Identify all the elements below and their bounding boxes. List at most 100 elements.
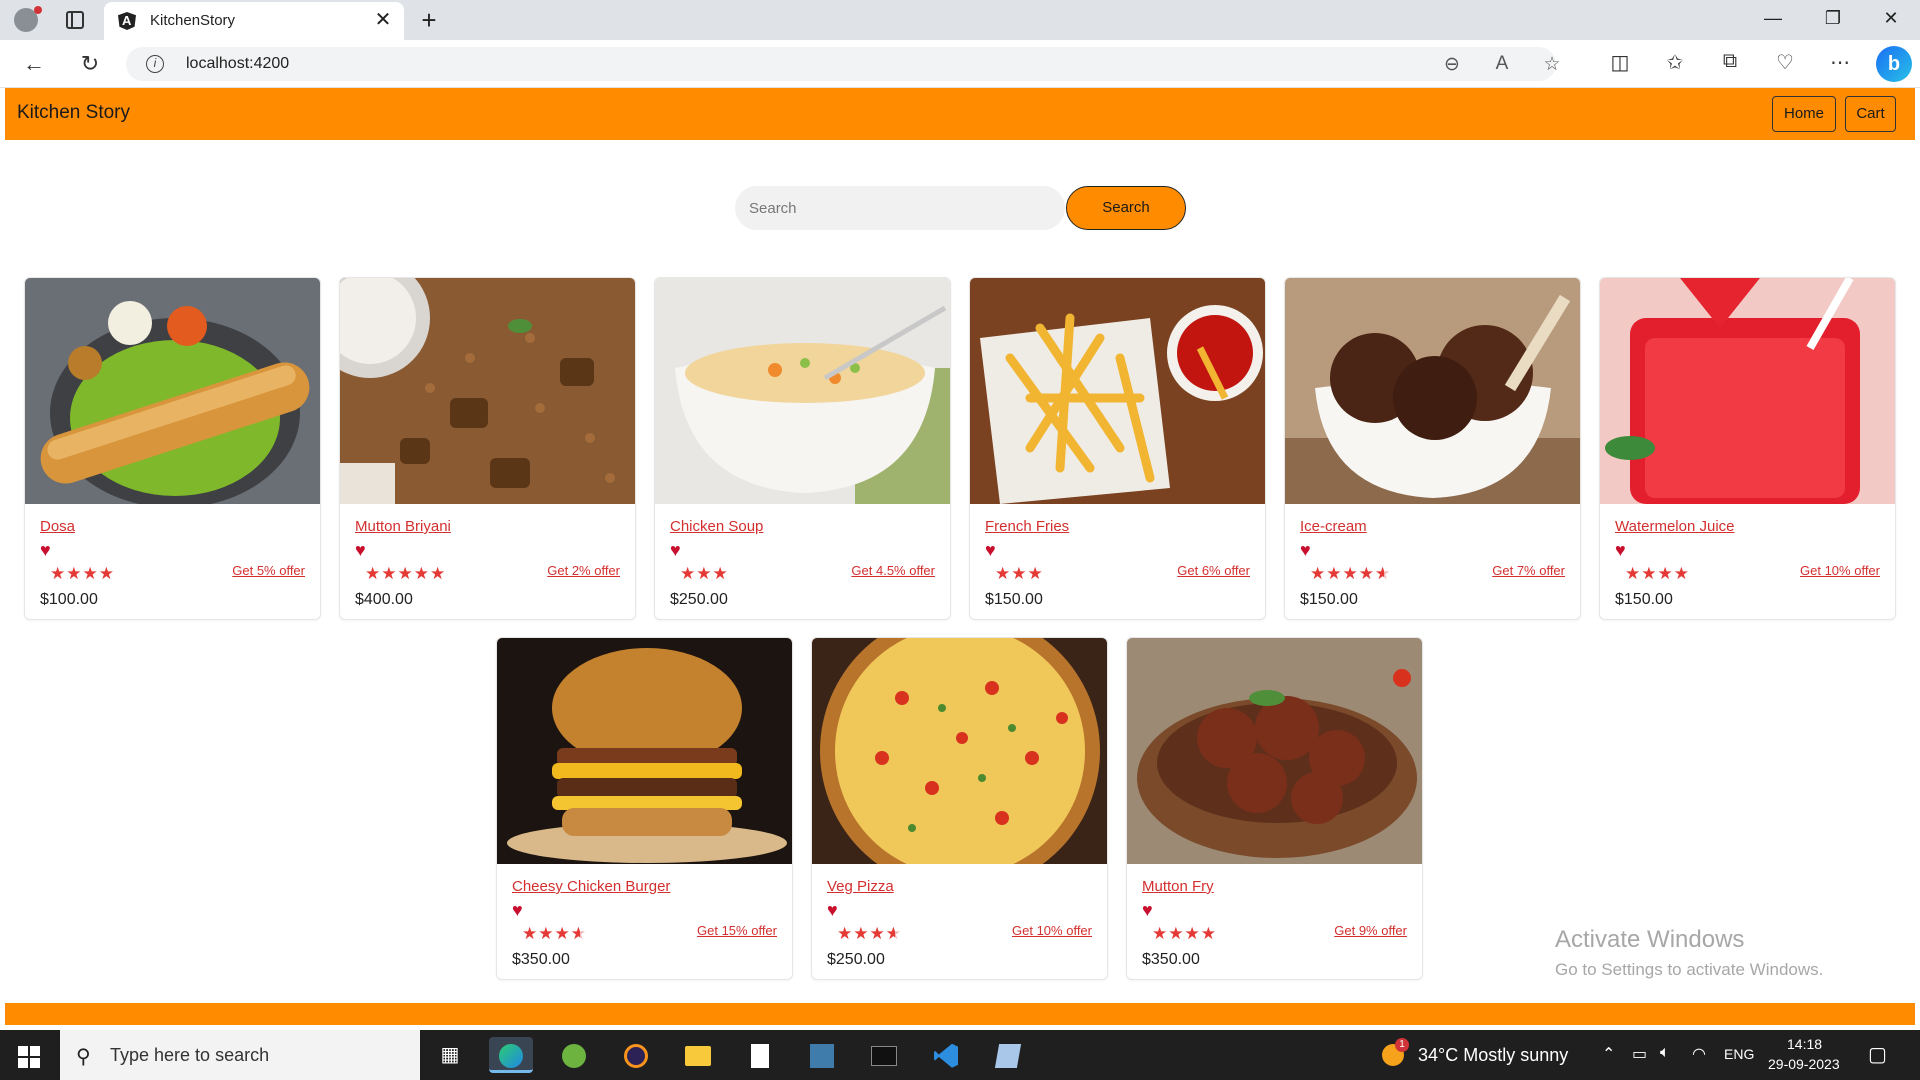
offer-link[interactable]: Get 15% offer <box>697 923 777 938</box>
reload-button[interactable]: ↻ <box>76 50 104 78</box>
app-page: Kitchen Story Home Cart Search Dosa ♥ ★★… <box>5 88 1915 1028</box>
favorite-heart-icon[interactable]: ♥ <box>1142 901 1153 919</box>
address-bar[interactable]: i localhost:4200 ⊖ A ☆ <box>126 47 1561 81</box>
taskbar-search-box[interactable]: ⚲ Type here to search <box>60 1030 420 1080</box>
product-title[interactable]: Watermelon Juice <box>1615 518 1735 535</box>
product-price: $400.00 <box>355 591 413 608</box>
search-button[interactable]: Search <box>1066 186 1186 230</box>
offer-link[interactable]: Get 4.5% offer <box>851 563 935 578</box>
weather-alert-badge: 1 <box>1395 1038 1409 1052</box>
tab-actions-icon[interactable] <box>66 11 84 29</box>
product-title[interactable]: Veg Pizza <box>827 878 894 895</box>
wifi-icon[interactable]: ◠ <box>1692 1044 1706 1064</box>
product-price: $100.00 <box>40 591 98 608</box>
favorite-star-icon[interactable]: ☆ <box>1540 53 1564 76</box>
show-hidden-icons-chevron-icon[interactable]: ⌃ <box>1602 1044 1615 1064</box>
browser-toolbar: ← ↻ i localhost:4200 ⊖ A ☆ ◫ ✩ ⧉ ♡ ⋯ b <box>0 40 1920 88</box>
split-screen-icon[interactable]: ◫ <box>1606 50 1634 75</box>
product-title[interactable]: Mutton Briyani <box>355 518 451 535</box>
taskbar-search-placeholder[interactable]: Type here to search <box>110 1045 269 1066</box>
read-aloud-icon[interactable]: A <box>1490 53 1514 75</box>
offer-link[interactable]: Get 5% offer <box>232 563 305 578</box>
offer-link[interactable]: Get 2% offer <box>547 563 620 578</box>
clock-time[interactable]: 14:18 <box>1787 1036 1822 1052</box>
favorite-heart-icon[interactable]: ♥ <box>985 541 996 559</box>
product-title[interactable]: Chicken Soup <box>670 518 763 535</box>
favorite-heart-icon[interactable]: ♥ <box>512 901 523 919</box>
volume-icon[interactable]: 🔈︎ <box>1660 1044 1670 1062</box>
battery-icon[interactable]: ▭ <box>1632 1044 1647 1064</box>
file-explorer-icon[interactable] <box>676 1037 720 1073</box>
product-title[interactable]: French Fries <box>985 518 1069 535</box>
favorite-heart-icon[interactable]: ♥ <box>40 541 51 559</box>
offer-link[interactable]: Get 7% offer <box>1492 563 1565 578</box>
product-title[interactable]: Dosa <box>40 518 75 535</box>
product-card-veg-pizza: Veg Pizza ♥ ★★★★ Get 10% offer $250.00 <box>811 637 1108 980</box>
collections-icon[interactable]: ⧉ <box>1716 50 1744 73</box>
product-image-ice-cream[interactable] <box>1285 278 1581 504</box>
notifications-icon[interactable]: ▢ <box>1868 1042 1887 1067</box>
product-title[interactable]: Mutton Fry <box>1142 878 1214 895</box>
offer-link[interactable]: Get 10% offer <box>1012 923 1092 938</box>
app-navbar: Kitchen Story Home Cart <box>5 88 1915 140</box>
new-tab-button[interactable]: + <box>414 5 444 35</box>
cart-nav-button[interactable]: Cart <box>1845 96 1896 132</box>
product-image-cheesy-chicken-burger[interactable] <box>497 638 793 864</box>
maximize-button[interactable]: ❐ <box>1818 8 1848 29</box>
more-menu-icon[interactable]: ⋯ <box>1826 50 1854 75</box>
offer-link[interactable]: Get 9% offer <box>1334 923 1407 938</box>
language-indicator[interactable]: ENG <box>1724 1046 1754 1062</box>
product-title[interactable]: Cheesy Chicken Burger <box>512 878 670 895</box>
task-view-icon[interactable]: ▦ <box>428 1037 472 1073</box>
product-title[interactable]: Ice-cream <box>1300 518 1367 535</box>
brand-title[interactable]: Kitchen Story <box>17 102 130 124</box>
product-card-mutton-fry: Mutton Fry ♥ ★★★★ Get 9% offer $350.00 <box>1126 637 1423 980</box>
favorite-heart-icon[interactable]: ♥ <box>670 541 681 559</box>
offer-link[interactable]: Get 6% offer <box>1177 563 1250 578</box>
offer-link[interactable]: Get 10% offer <box>1800 563 1880 578</box>
terminal-icon[interactable] <box>862 1037 906 1073</box>
product-image-watermelon-juice[interactable] <box>1600 278 1896 504</box>
favorites-icon[interactable]: ✩ <box>1661 50 1689 75</box>
favorite-heart-icon[interactable]: ♥ <box>355 541 366 559</box>
product-image-veg-pizza[interactable] <box>812 638 1108 864</box>
rating-stars: ★★★★ <box>837 925 902 944</box>
browser-essentials-icon[interactable]: ♡ <box>1771 50 1799 75</box>
app-footer <box>5 1003 1915 1025</box>
zoom-icon[interactable]: ⊖ <box>1440 53 1464 76</box>
weather-text[interactable]: 34°C Mostly sunny <box>1418 1045 1568 1066</box>
eclipse-icon[interactable] <box>614 1037 658 1073</box>
product-image-dosa[interactable] <box>25 278 321 504</box>
back-button[interactable]: ← <box>20 50 48 78</box>
product-image-french-fries[interactable] <box>970 278 1266 504</box>
product-card-mutton-briyani: Mutton Briyani ♥ ★★★★★ Get 2% offer $400… <box>339 277 636 620</box>
copilot-icon[interactable]: b <box>1876 46 1912 82</box>
site-info-icon[interactable]: i <box>146 55 164 73</box>
tab-close-button[interactable]: ✕ <box>372 9 394 31</box>
rating-stars: ★★★★★ <box>365 564 447 583</box>
product-image-chicken-soup[interactable] <box>655 278 951 504</box>
favorite-heart-icon[interactable]: ♥ <box>1300 541 1311 559</box>
product-image-mutton-briyani[interactable] <box>340 278 636 504</box>
product-price: $350.00 <box>512 951 570 968</box>
close-window-button[interactable]: ✕ <box>1876 8 1906 29</box>
edge-browser-icon[interactable] <box>489 1037 533 1073</box>
spring-tool-icon[interactable] <box>552 1037 596 1073</box>
search-input[interactable] <box>735 186 1065 230</box>
product-image-mutton-fry[interactable] <box>1127 638 1423 864</box>
half-star-icon: ★ <box>1375 565 1391 584</box>
minimize-button[interactable]: — <box>1758 8 1788 29</box>
home-nav-button[interactable]: Home <box>1772 96 1836 132</box>
favorite-heart-icon[interactable]: ♥ <box>1615 541 1626 559</box>
browser-tab[interactable]: KitchenStory ✕ <box>104 2 404 40</box>
product-card-chicken-soup: Chicken Soup ♥ ★★★ Get 4.5% offer $250.0… <box>654 277 951 620</box>
notes-app-icon[interactable] <box>986 1037 1030 1073</box>
url-text[interactable]: localhost:4200 <box>186 55 289 73</box>
notepad-icon[interactable] <box>738 1037 782 1073</box>
vscode-icon[interactable] <box>924 1037 968 1073</box>
half-star-icon: ★ <box>571 925 587 944</box>
favorite-heart-icon[interactable]: ♥ <box>827 901 838 919</box>
clock-date[interactable]: 29-09-2023 <box>1768 1056 1840 1072</box>
windows-start-icon[interactable] <box>18 1046 40 1068</box>
mysql-workbench-icon[interactable] <box>800 1037 844 1073</box>
